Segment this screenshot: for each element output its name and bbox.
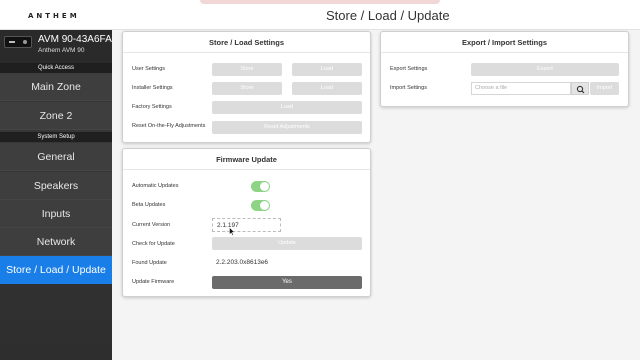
beta-updates-label: Beta Updates — [132, 202, 166, 208]
sidebar-item-main-zone[interactable]: Main Zone — [0, 73, 112, 101]
installer-settings-label: Installer Settings — [132, 85, 173, 91]
sidebar-item-general[interactable]: General — [0, 143, 112, 171]
top-highlight — [200, 0, 440, 4]
check-for-update-label: Check for Update — [132, 241, 175, 247]
sidebar-item-zone-2[interactable]: Zone 2 — [0, 102, 112, 130]
update-firmware-yes-button[interactable]: Yes — [212, 276, 362, 289]
user-load-button[interactable]: Load — [292, 63, 362, 76]
current-version-label: Current Version — [132, 222, 171, 228]
import-settings-label: Import Settings — [390, 85, 427, 91]
export-settings-label: Export Settings — [390, 66, 428, 72]
sidebar-item-store-load-update[interactable]: Store / Load / Update — [0, 256, 112, 284]
page-title: Store / Load / Update — [326, 8, 450, 23]
export-import-panel: Export / Import Settings Export Settings… — [380, 31, 629, 107]
user-store-button[interactable]: Store — [212, 63, 282, 76]
device-name: AVM 90-43A6FA — [38, 34, 112, 45]
anthem-logo: ANTHEM — [28, 12, 80, 20]
sidebar-item-speakers[interactable]: Speakers — [0, 172, 112, 200]
section-system-setup: System Setup — [0, 132, 112, 142]
firmware-update-title: Firmware Update — [216, 155, 277, 164]
beta-updates-toggle[interactable] — [251, 200, 270, 211]
export-import-title: Export / Import Settings — [461, 38, 547, 47]
device-header: AVM 90-43A6FA Anthem AVM 90 — [0, 30, 112, 63]
sidebar-item-network[interactable]: Network — [0, 228, 112, 256]
user-settings-label: User Settings — [132, 66, 166, 72]
reset-adjustments-label: Reset On-the-Fly Adjustments — [132, 123, 206, 129]
export-button[interactable]: Export — [471, 63, 619, 76]
installer-load-button[interactable]: Load — [292, 82, 362, 95]
section-quick-access: Quick Access — [0, 63, 112, 73]
divider — [123, 52, 370, 53]
automatic-updates-toggle[interactable] — [251, 181, 270, 192]
top-bar: ANTHEM Store / Load / Update — [0, 0, 640, 30]
sidebar-item-inputs[interactable]: Inputs — [0, 200, 112, 228]
factory-load-button[interactable]: Load — [212, 101, 362, 114]
update-firmware-label: Update Firmware — [132, 279, 175, 285]
divider — [123, 169, 370, 170]
device-model: Anthem AVM 90 — [38, 47, 85, 54]
reset-adjustments-button[interactable]: Reset Adjustments — [212, 121, 362, 134]
mouse-cursor-icon — [229, 227, 235, 236]
import-button[interactable]: Import — [590, 82, 619, 95]
store-load-title: Store / Load Settings — [208, 38, 284, 47]
check-update-button[interactable]: Update — [212, 237, 362, 250]
current-version-field[interactable]: 2.1.197 — [212, 218, 281, 232]
store-load-panel: Store / Load Settings User Settings Stor… — [122, 31, 371, 143]
sidebar: AVM 90-43A6FA Anthem AVM 90 Quick Access… — [0, 30, 112, 360]
file-chooser-input[interactable]: Choose a file — [471, 82, 571, 95]
installer-store-button[interactable]: Store — [212, 82, 282, 95]
automatic-updates-label: Automatic Updates — [132, 183, 179, 189]
found-update-value: 2.2.203.0x8613e6 — [216, 259, 269, 266]
browse-button[interactable] — [571, 82, 589, 95]
firmware-update-panel: Firmware Update Automatic Updates Beta U… — [122, 148, 371, 297]
found-update-label: Found Update — [132, 260, 167, 266]
search-icon — [576, 85, 585, 94]
factory-settings-label: Factory Settings — [132, 104, 172, 110]
receiver-icon — [4, 36, 32, 48]
divider — [381, 52, 628, 53]
